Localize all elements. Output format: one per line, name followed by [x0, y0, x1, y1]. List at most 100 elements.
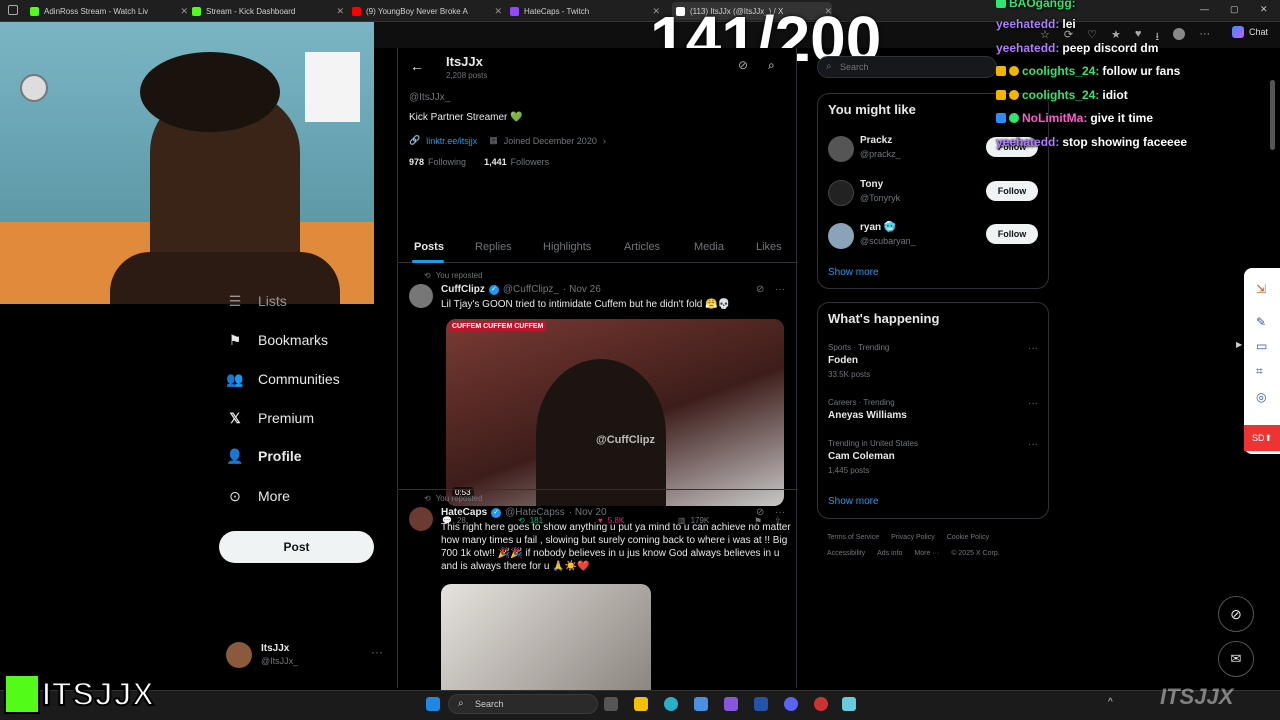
avatar — [828, 223, 854, 249]
tab-posts[interactable]: Posts — [414, 241, 444, 253]
tab-actions-icon[interactable] — [8, 5, 18, 15]
close-icon[interactable]: ✕ — [494, 6, 502, 17]
more-icon[interactable]: ··· — [775, 284, 785, 295]
chevron-right-icon[interactable]: ▶ — [1236, 340, 1242, 349]
suggestion-row[interactable]: Tony @Tonyryk Follow — [818, 176, 1048, 212]
post-date[interactable]: · Nov 20 — [569, 507, 607, 518]
grok-icon[interactable]: ⊘ — [756, 284, 764, 295]
post[interactable]: ⟲ You reposted CuffClipz ✓ @CuffClipz_ ·… — [398, 264, 798, 526]
browser-tab[interactable]: HateCaps - Twitch ✕ — [510, 2, 660, 20]
show-more-link[interactable]: Show more — [828, 496, 879, 507]
suggestion-row[interactable]: ryan 🥶 @scubaryan_ Follow — [818, 219, 1048, 255]
followers-label[interactable]: Followers — [511, 157, 550, 167]
obs-icon[interactable] — [814, 697, 828, 711]
account-switcher[interactable]: ItsJJx @ItsJJx_ ··· — [226, 640, 386, 670]
target-icon[interactable]: ◎ — [1256, 390, 1266, 404]
trend-item[interactable]: Trending in United States Cam Coleman 1,… — [818, 437, 1048, 481]
app-icon[interactable] — [724, 697, 738, 711]
grok-icon[interactable]: ⊘ — [756, 507, 764, 518]
tab-media[interactable]: Media — [694, 241, 724, 253]
app-icon[interactable] — [842, 697, 856, 711]
sidebar-item-profile[interactable]: 👤 Profile — [226, 442, 301, 470]
footer-link[interactable]: Accessibility — [827, 550, 865, 557]
scrollbar[interactable] — [1270, 80, 1275, 150]
close-window-icon[interactable]: ✕ — [1260, 4, 1268, 15]
post-author[interactable]: CuffClipz — [441, 284, 485, 295]
more-icon[interactable]: ··· — [371, 645, 383, 659]
maximize-icon[interactable]: ▢ — [1230, 4, 1239, 15]
crop-icon[interactable]: ⌗ — [1256, 364, 1263, 379]
footer-link[interactable]: Privacy Policy — [891, 534, 935, 541]
avatar[interactable] — [409, 507, 433, 531]
chat-username: yeehatedd: — [996, 17, 1060, 31]
profile-link[interactable]: linktr.ee/itsjjx — [426, 136, 477, 146]
footer-link[interactable]: Terms of Service — [827, 534, 879, 541]
more-icon[interactable]: ··· — [1028, 343, 1038, 354]
task-view-icon[interactable] — [604, 697, 618, 711]
post-author[interactable]: HateCaps — [441, 507, 487, 518]
video-watermark: @CuffClipz — [596, 434, 655, 446]
edge-icon[interactable] — [664, 697, 678, 711]
sidebar-tool-icon[interactable]: ⇲ — [1256, 282, 1266, 296]
post[interactable]: ⟲ You reposted HateCaps ✓ @HateCapss · N… — [398, 490, 798, 694]
tab-likes[interactable]: Likes — [756, 241, 782, 253]
grok-button[interactable]: ⊘ — [1218, 596, 1254, 632]
post-handle[interactable]: @CuffClipz_ — [503, 284, 559, 295]
browser-tab[interactable]: AdinRoss Stream - Watch Liv ✕ — [30, 2, 188, 20]
footer-link[interactable]: More ··· — [914, 550, 939, 557]
search-input[interactable]: ⌕ Search — [817, 56, 997, 78]
avatar[interactable] — [409, 284, 433, 308]
sidebar-item-more[interactable]: ⊙ More — [226, 482, 290, 510]
windows-start-icon[interactable] — [426, 697, 440, 711]
trend-item[interactable]: Careers · Trending Aneyas Williams ··· — [818, 396, 1048, 430]
sidebar-item-lists[interactable]: ☰ Lists — [226, 287, 287, 315]
tab-highlights[interactable]: Highlights — [543, 241, 591, 253]
grok-icon[interactable]: ⊘ — [738, 58, 748, 72]
followers-count[interactable]: 1,441 — [484, 157, 507, 167]
trend-item[interactable]: Sports · Trending Foden 33.5K posts ··· — [818, 341, 1048, 385]
pen-icon[interactable]: ✎ — [1256, 315, 1266, 329]
sd-button[interactable]: SD⬆ — [1244, 425, 1280, 451]
sidebar-item-bookmarks[interactable]: ⚑ Bookmarks — [226, 326, 328, 354]
app-icon[interactable] — [694, 697, 708, 711]
post-handle[interactable]: @HateCapss — [505, 507, 565, 518]
close-icon[interactable]: ✕ — [180, 6, 188, 17]
post-video[interactable]: CUFFEM CUFFEM CUFFEM @CuffClipz 0:53 — [446, 319, 784, 506]
tray-chevron-icon[interactable]: ^ — [1108, 697, 1113, 708]
more-icon[interactable]: ··· — [1028, 439, 1038, 450]
post-button[interactable]: Post — [219, 531, 374, 563]
chevron-right-icon[interactable]: › — [603, 136, 606, 146]
more-icon[interactable]: ··· — [775, 507, 785, 518]
sidebar-item-communities[interactable]: 👥 Communities — [226, 365, 339, 393]
close-icon[interactable]: ✕ — [336, 6, 344, 17]
back-arrow-icon[interactable]: ← — [410, 58, 424, 74]
search-icon[interactable]: ⌕ — [768, 58, 775, 73]
footer-link[interactable]: Cookie Policy — [947, 534, 989, 541]
taskbar-search[interactable]: ⌕ Search — [448, 694, 598, 714]
minimize-icon[interactable]: — — [1200, 4, 1209, 14]
sidebar-item-premium[interactable]: 𝕏 Premium — [226, 404, 314, 432]
menu-icon[interactable]: ··· — [1199, 28, 1210, 47]
follow-button[interactable]: Follow — [986, 181, 1038, 201]
browser-tab[interactable]: (9) YoungBoy Never Broke A ✕ — [352, 2, 502, 20]
twitch-icon — [510, 6, 519, 16]
avatar[interactable] — [1173, 28, 1186, 40]
store-icon[interactable] — [754, 697, 768, 711]
tab-replies[interactable]: Replies — [475, 241, 512, 253]
copilot-chat-button[interactable]: Chat — [1232, 26, 1268, 38]
discord-icon[interactable] — [784, 697, 798, 711]
more-icon[interactable]: ··· — [1028, 398, 1038, 409]
tab-articles[interactable]: Articles — [624, 241, 660, 253]
footer-link[interactable]: Ads info — [877, 550, 902, 557]
suggestion-name: Prackz — [860, 135, 893, 146]
show-more-link[interactable]: Show more — [828, 267, 879, 278]
file-explorer-icon[interactable] — [634, 697, 648, 711]
follow-button[interactable]: Follow — [986, 224, 1038, 244]
screen-icon[interactable]: ▭ — [1256, 339, 1267, 353]
post-date[interactable]: · Nov 26 — [563, 284, 601, 295]
following-label[interactable]: Following — [428, 157, 466, 167]
post-image[interactable] — [441, 584, 651, 694]
messages-button[interactable]: ✉ — [1218, 641, 1254, 677]
browser-tab[interactable]: Stream - Kick Dashboard ✕ — [192, 2, 344, 20]
following-count[interactable]: 978 — [409, 157, 424, 167]
